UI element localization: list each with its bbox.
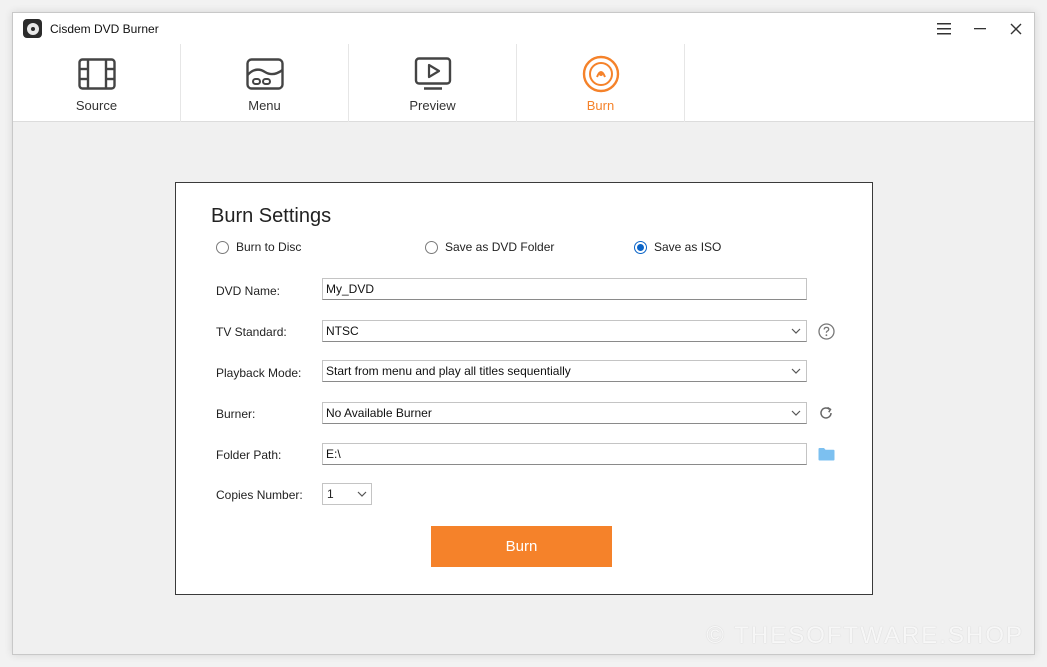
tab-source[interactable]: Source — [13, 44, 181, 122]
option-save-dvd-folder[interactable]: Save as DVD Folder — [425, 240, 554, 254]
option-save-as-iso[interactable]: Save as ISO — [634, 240, 721, 254]
hamburger-icon — [937, 22, 951, 34]
refresh-icon[interactable] — [817, 404, 835, 422]
option-burn-to-disc[interactable]: Burn to Disc — [216, 240, 301, 254]
minimize-button[interactable] — [962, 13, 998, 44]
chevron-down-icon — [357, 491, 367, 497]
tab-label: Burn — [586, 98, 615, 113]
playback-mode-label: Playback Mode: — [216, 366, 302, 380]
close-button[interactable] — [998, 13, 1034, 44]
window-title: Cisdem DVD Burner — [50, 21, 159, 36]
selected-value: NTSC — [326, 324, 359, 338]
radio-button[interactable] — [425, 240, 438, 254]
chevron-down-icon — [791, 328, 801, 334]
step-navbar: Source Menu Preview Burn — [13, 44, 1034, 122]
close-icon — [1010, 23, 1022, 34]
tv-standard-select[interactable]: NTSC — [322, 320, 807, 342]
dvd-name-label: DVD Name: — [216, 284, 281, 298]
chevron-down-icon — [791, 368, 801, 374]
copies-number-label: Copies Number: — [216, 488, 303, 502]
copies-number-select[interactable]: 1 — [322, 483, 372, 505]
burn-button[interactable]: Burn — [431, 526, 612, 567]
tab-burn[interactable]: Burn — [517, 44, 685, 122]
folder-path-label: Folder Path: — [216, 448, 282, 462]
folder-icon[interactable] — [817, 445, 835, 463]
watermark: © THESOFTWARE.SHOP — [706, 622, 1024, 649]
option-label: Save as DVD Folder — [445, 240, 555, 254]
burner-label: Burner: — [216, 407, 256, 421]
play-screen-icon — [413, 56, 453, 92]
tab-label: Menu — [248, 98, 281, 113]
app-window: Cisdem DVD Burner Source Menu Preview Bu… — [12, 12, 1035, 655]
selected-value: 1 — [327, 487, 334, 501]
playback-mode-select[interactable]: Start from menu and play all titles sequ… — [322, 360, 807, 382]
dvd-name-input[interactable] — [322, 278, 807, 300]
selected-value: No Available Burner — [326, 406, 432, 420]
radio-button-selected[interactable] — [634, 240, 647, 254]
tv-standard-label: TV Standard: — [216, 325, 287, 339]
hamburger-menu-button[interactable] — [926, 13, 962, 44]
window-controls — [926, 13, 1034, 44]
app-logo-icon — [23, 19, 42, 38]
title-bar: Cisdem DVD Burner — [13, 13, 1034, 44]
radio-button[interactable] — [216, 240, 229, 254]
folder-path-input[interactable] — [322, 443, 807, 465]
menu-layout-icon — [245, 56, 285, 92]
burner-select[interactable]: No Available Burner — [322, 402, 807, 424]
film-icon — [77, 56, 117, 92]
help-icon[interactable] — [817, 322, 835, 340]
minimize-icon — [974, 27, 986, 29]
panel-title: Burn Settings — [211, 205, 332, 227]
tab-menu[interactable]: Menu — [181, 44, 349, 122]
selected-value: Start from menu and play all titles sequ… — [326, 364, 571, 378]
main-content: Burn Settings Burn to Disc Save as DVD F… — [13, 122, 1034, 654]
tab-label: Source — [75, 98, 118, 113]
option-label: Save as ISO — [654, 240, 722, 254]
burn-settings-panel: Burn Settings Burn to Disc Save as DVD F… — [175, 182, 873, 595]
burn-disc-icon — [581, 55, 621, 93]
tab-label: Preview — [409, 98, 456, 113]
tab-preview[interactable]: Preview — [349, 44, 517, 122]
chevron-down-icon — [791, 410, 801, 416]
option-label: Burn to Disc — [236, 240, 302, 254]
